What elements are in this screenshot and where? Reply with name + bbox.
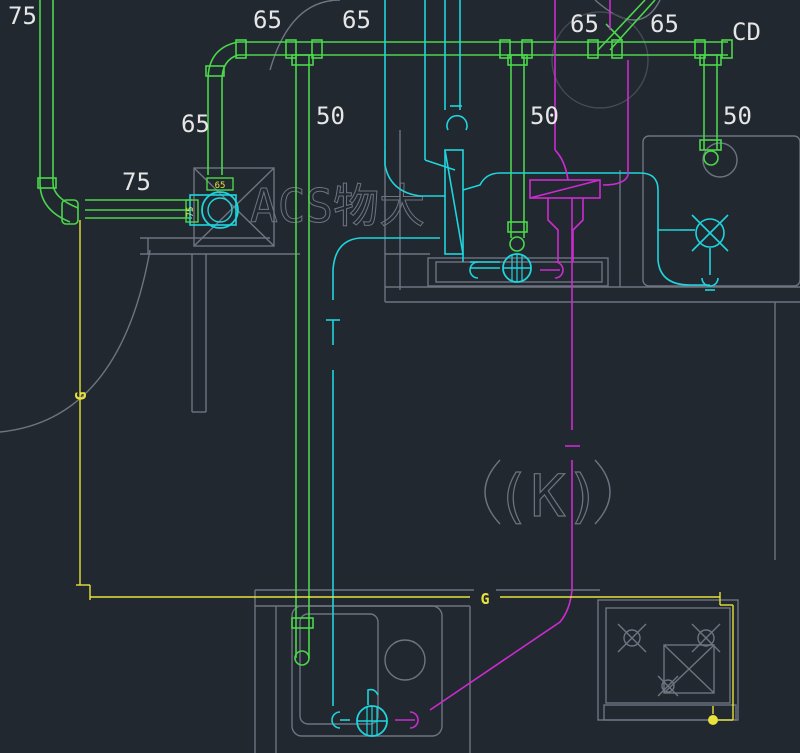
pipe-size-label: 75 — [8, 2, 37, 30]
burner-2-icon — [691, 623, 721, 653]
pipe-size-label: 65 — [181, 110, 210, 138]
gas-line-label-horizontal: G — [480, 590, 489, 608]
pipe-size-label: 65 — [650, 10, 679, 38]
sink-valve-bottom[interactable] — [356, 705, 388, 737]
sink-valve-top[interactable] — [502, 253, 532, 283]
stove-bottom — [597, 599, 739, 721]
pipe-size-label: 65 — [342, 6, 371, 34]
sink-box-top-inner — [435, 261, 603, 283]
pipe-fitting-right — [699, 139, 722, 151]
valve-size-65-label: 65 — [215, 181, 226, 191]
cyan-pipe-network — [326, 0, 729, 729]
pipe-size-label: 50 — [723, 102, 752, 130]
room-label: (K) — [496, 462, 601, 530]
pipe-cap-bottom-left — [294, 650, 310, 666]
pipe-size-label: 50 — [530, 102, 559, 130]
gas-outlet-icon[interactable] — [708, 715, 718, 725]
trap-mid-left — [469, 261, 479, 279]
door-swing-arc-left — [0, 249, 151, 433]
pipe-cap-right — [703, 150, 719, 166]
pipe-tee-3 — [699, 54, 722, 66]
pipe-size-label: 65 — [570, 10, 599, 38]
plumbing-drawing-canvas: ACS物大 (K) 65 75 75 65 65 65 65 CD 65 50 … — [0, 0, 800, 753]
sink-drain-bottom — [384, 639, 426, 681]
burner-1-icon — [617, 623, 647, 653]
pipe-size-label: 65 — [253, 6, 282, 34]
pipe-cap-mid — [509, 236, 525, 252]
pipe-tee-1 — [291, 54, 314, 66]
trap-top-1 — [446, 114, 468, 131]
pipe-fitting-bottom-left — [291, 617, 314, 629]
pipe-code-label: CD — [732, 18, 761, 46]
cabinet-top-right — [642, 135, 800, 287]
pipe-size-label: 50 — [316, 102, 345, 130]
architectural-background — [0, 0, 800, 753]
trap-bottom — [331, 711, 341, 729]
pipe-size-label: 75 — [122, 168, 151, 196]
faint-circle-top — [551, 11, 649, 109]
gas-line-label-vertical: G — [72, 391, 90, 400]
watermark-text: ACS物大 — [250, 179, 425, 233]
valve-size-75-label: 75 — [186, 207, 196, 218]
sink-drain-top-right — [702, 142, 738, 178]
